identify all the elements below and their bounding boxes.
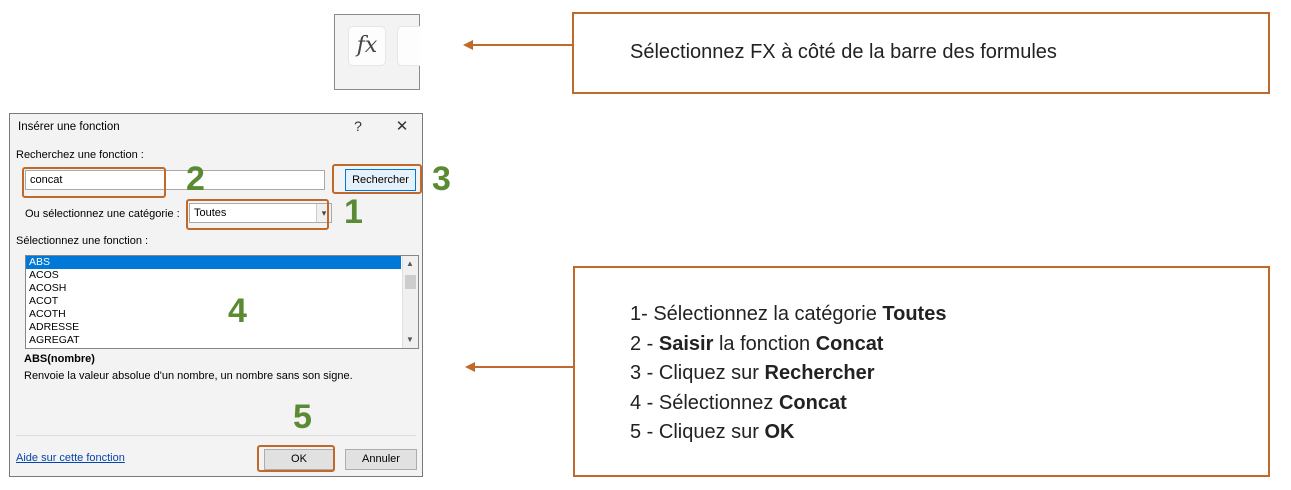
arrow-top-line [472, 44, 572, 46]
step-text: 1- Sélectionnez la catégorie [630, 303, 883, 325]
function-list-items: ABS ACOS ACOSH ACOT ACOTH ADRESSE AGREGAT [26, 256, 418, 347]
category-label: Ou sélectionnez une catégorie : [25, 208, 180, 220]
formula-bar-input[interactable] [397, 26, 420, 66]
step-bold-text: OK [764, 421, 795, 443]
list-item[interactable]: ACOTH [26, 308, 418, 321]
list-item[interactable]: ABS [26, 256, 401, 269]
marker-4: 4 [228, 292, 247, 330]
arrow-steps-head [465, 362, 475, 372]
scroll-up-icon[interactable]: ▲ [406, 259, 414, 268]
dialog-title: Insérer une fonction [18, 121, 120, 133]
step-text: la fonction [713, 332, 816, 355]
listbox-scrollbar[interactable]: ▲ ▼ [402, 256, 418, 348]
marker-1: 1 [344, 193, 363, 231]
step-bold-text: Concat [815, 332, 884, 355]
scroll-thumb[interactable] [405, 275, 416, 289]
list-item[interactable]: ACOT [26, 295, 418, 308]
function-listbox[interactable]: ABS ACOS ACOSH ACOT ACOTH ADRESSE AGREGAT ▲ ▼ [25, 255, 419, 349]
step-item: 3 - Cliquez sur Rechercher [630, 359, 946, 389]
arrow-steps-line [474, 366, 573, 368]
step-item: 2 - Saisir la fonction Concat [630, 330, 946, 360]
help-link[interactable]: Aide sur cette fonction [16, 452, 125, 464]
step-text: 4 - Sélectionnez [630, 391, 779, 414]
highlight-search-button [332, 164, 422, 194]
highlight-search-input [22, 167, 166, 198]
highlight-category-select [186, 199, 329, 230]
marker-3: 3 [432, 160, 451, 198]
step-text: 3 - Cliquez sur [630, 362, 765, 384]
step-bold-text: Concat [778, 391, 847, 414]
callout-top-text: Sélectionnez FX à côté de la barre des f… [630, 41, 1057, 63]
close-icon[interactable]: ✕ [394, 117, 410, 135]
list-item[interactable]: ACOS [26, 269, 418, 282]
list-item[interactable]: ADRESSE [26, 321, 418, 334]
steps-list: 1- Sélectionnez la catégorie Toutes 2 - S… [630, 300, 946, 448]
step-item: 1- Sélectionnez la catégorie Toutes [630, 300, 946, 330]
step-bold-text: Saisir [658, 332, 714, 355]
step-text: 2 - [630, 332, 659, 355]
step-bold-text: Toutes [882, 303, 947, 325]
highlight-ok-button [257, 445, 335, 472]
step-item: 5 - Cliquez sur OK [630, 418, 946, 448]
cancel-button[interactable]: Annuler [345, 449, 417, 470]
step-text: 5 - Cliquez sur [630, 421, 765, 443]
arrow-top-head [463, 40, 473, 50]
list-item[interactable]: ACOSH [26, 282, 418, 295]
search-label: Recherchez une fonction : [16, 149, 144, 161]
step-item: 4 - Sélectionnez Concat [630, 389, 946, 419]
step-bold-text: Rechercher [764, 362, 875, 384]
scroll-down-icon[interactable]: ▼ [406, 335, 414, 344]
marker-5: 5 [293, 398, 312, 436]
function-list-label: Sélectionnez une fonction : [16, 235, 149, 247]
insert-function-button[interactable]: fx [348, 26, 386, 66]
divider [16, 435, 416, 436]
function-syntax: ABS(nombre) [24, 353, 95, 365]
list-item[interactable]: AGREGAT [26, 334, 418, 347]
marker-2: 2 [186, 160, 205, 198]
help-button[interactable]: ? [350, 118, 366, 134]
function-description: Renvoie la valeur absolue d'un nombre, u… [24, 370, 353, 382]
